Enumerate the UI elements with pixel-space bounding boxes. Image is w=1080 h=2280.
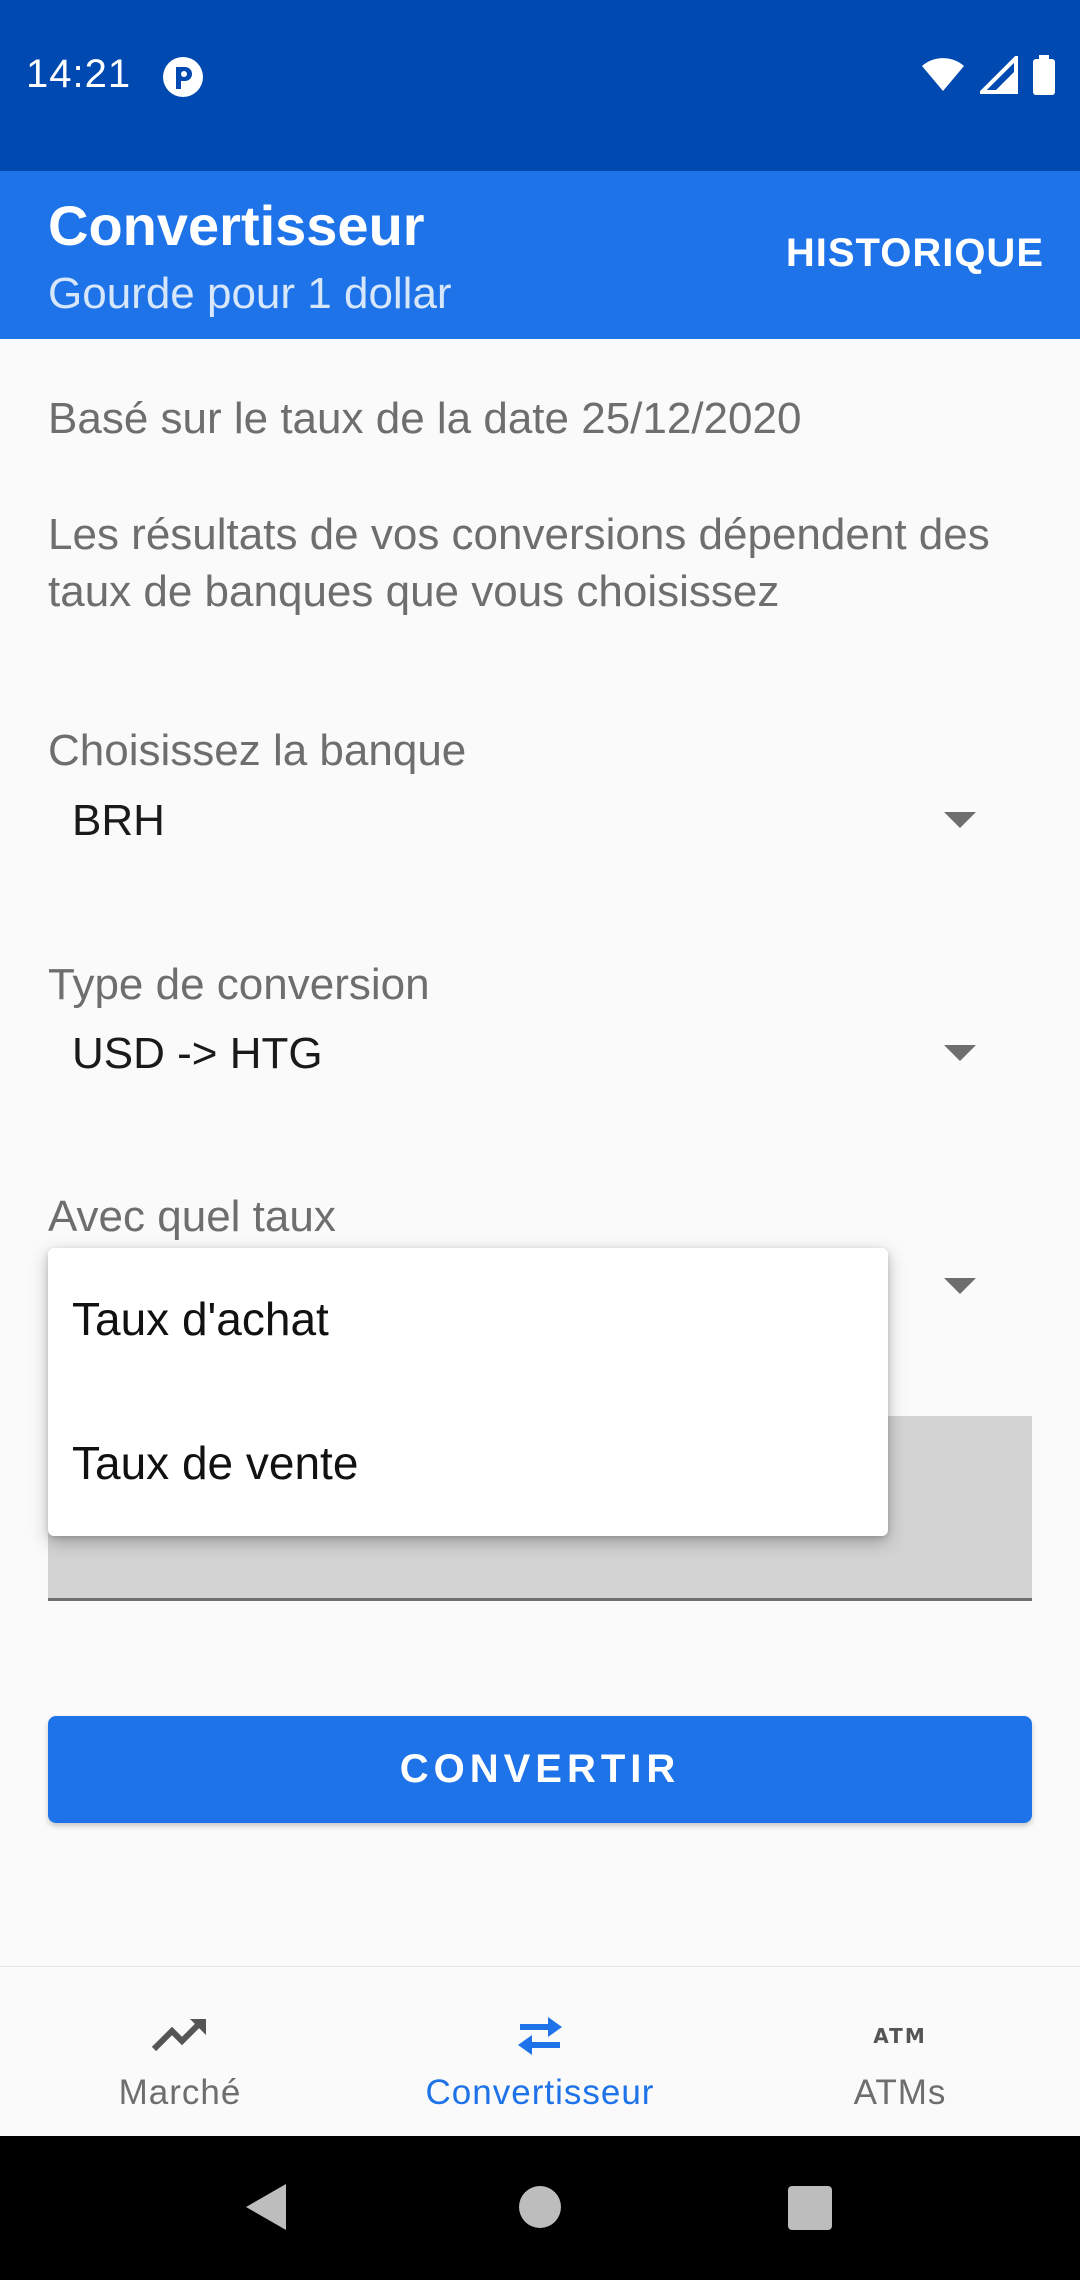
bank-label: Choisissez la banque (48, 726, 467, 775)
rate-option-buy[interactable]: Taux d'achat (72, 1292, 329, 1346)
battery-icon (1032, 55, 1056, 100)
svg-text:ATM: ATM (873, 2024, 926, 2048)
conversion-note-text: Les résultats de vos conversions dépende… (48, 510, 990, 616)
rate-date-text: Basé sur le taux de la date 25/12/2020 (48, 394, 802, 443)
signal-icon (977, 53, 1018, 99)
trending-up-icon (150, 2005, 210, 2065)
system-navigation-bar (0, 2136, 1080, 2280)
bottom-navigation: Marché Convertisseur ATM ATMs (0, 1966, 1080, 2136)
back-icon[interactable] (244, 2182, 288, 2237)
page-title: Convertisseur (48, 194, 425, 257)
wifi-icon (920, 57, 966, 98)
conversion-type-value: USD -> HTG (72, 1029, 323, 1078)
app-notification-icon (161, 55, 205, 99)
status-bar: 14:21 (0, 0, 1080, 171)
recents-icon[interactable] (788, 2186, 832, 2235)
convert-button[interactable]: CONVERTIR (48, 1716, 1032, 1823)
app-bar: Convertisseur Gourde pour 1 dollar HISTO… (0, 171, 1080, 339)
status-icons (920, 53, 1056, 100)
nav-item-marche[interactable]: Marché (0, 1967, 360, 2137)
history-button[interactable]: HISTORIQUE (786, 231, 1044, 276)
rate-dropdown-arrow-icon[interactable] (944, 1278, 976, 1294)
conversion-type-label: Type de conversion (48, 960, 430, 1009)
rate-options-popup: Taux d'achat Taux de vente (48, 1248, 888, 1536)
nav-label-convertisseur: Convertisseur (425, 2073, 655, 2112)
swap-arrows-icon (510, 2005, 570, 2065)
nav-label-atms: ATMs (853, 2073, 947, 2112)
nav-item-atms[interactable]: ATM ATMs (720, 1967, 1080, 2137)
atm-icon: ATM (870, 2005, 930, 2065)
bank-select-value: BRH (72, 796, 165, 845)
rate-option-sell[interactable]: Taux de vente (72, 1436, 358, 1490)
nav-item-convertisseur[interactable]: Convertisseur (360, 1967, 720, 2137)
status-time: 14:21 (26, 52, 132, 96)
home-icon[interactable] (518, 2185, 562, 2234)
rate-label: Avec quel taux (48, 1192, 336, 1241)
bank-dropdown-arrow-icon[interactable] (944, 812, 976, 828)
page-subtitle: Gourde pour 1 dollar (48, 269, 452, 318)
conversion-type-dropdown-arrow-icon[interactable] (944, 1045, 976, 1061)
nav-label-marche: Marché (118, 2073, 242, 2112)
